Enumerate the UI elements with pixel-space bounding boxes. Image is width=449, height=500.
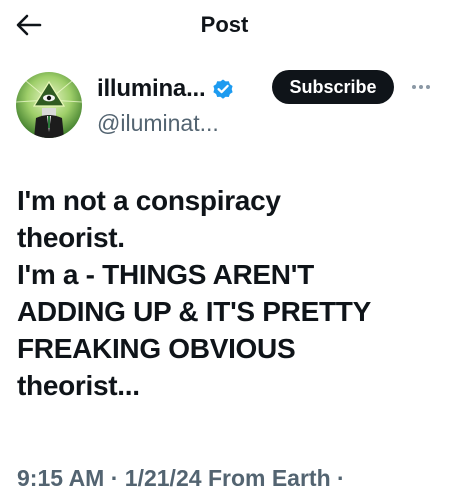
post-time[interactable]: 9:15 AM: [17, 465, 104, 491]
post-text-line: ADDING UP & IT'S PRETTY: [17, 296, 371, 327]
post-source: From Earth: [207, 465, 331, 491]
author-row: illumina... @iluminat... Subscribe: [0, 68, 449, 148]
user-handle[interactable]: @iluminat...: [97, 108, 219, 138]
subscribe-button[interactable]: Subscribe: [272, 70, 394, 104]
post-text-line: theorist...: [17, 370, 140, 401]
page-title: Post: [200, 12, 249, 37]
meta-separator-trailing: ·: [337, 465, 345, 491]
post-text-line: I'm not a conspiracy: [17, 185, 281, 216]
post-text-line: FREAKING OBVIOUS: [17, 333, 296, 364]
post-date[interactable]: 1/21/24: [125, 465, 202, 491]
post-text: I'm not a conspiracy theorist. I'm a - T…: [17, 182, 437, 404]
display-name: illumina...: [97, 75, 206, 102]
avatar[interactable]: [16, 72, 82, 138]
post-text-line: I'm a - THINGS AREN'T: [17, 259, 314, 290]
more-dot: [426, 85, 430, 89]
post-page: Post illumina... @iluminat... Subscribe …: [0, 0, 449, 500]
display-name-link[interactable]: illumina...: [97, 74, 235, 104]
post-text-line: theorist.: [17, 222, 125, 253]
more-options-button[interactable]: [404, 76, 438, 98]
verified-badge-icon: [213, 79, 234, 99]
post-meta: 9:15 AM · 1/21/24 From Earth ·: [17, 462, 345, 494]
meta-separator: ·: [110, 465, 119, 491]
top-bar: Post: [0, 0, 449, 52]
more-dot: [419, 85, 423, 89]
more-dots-icon: [412, 85, 416, 89]
avatar-image: [16, 72, 82, 138]
